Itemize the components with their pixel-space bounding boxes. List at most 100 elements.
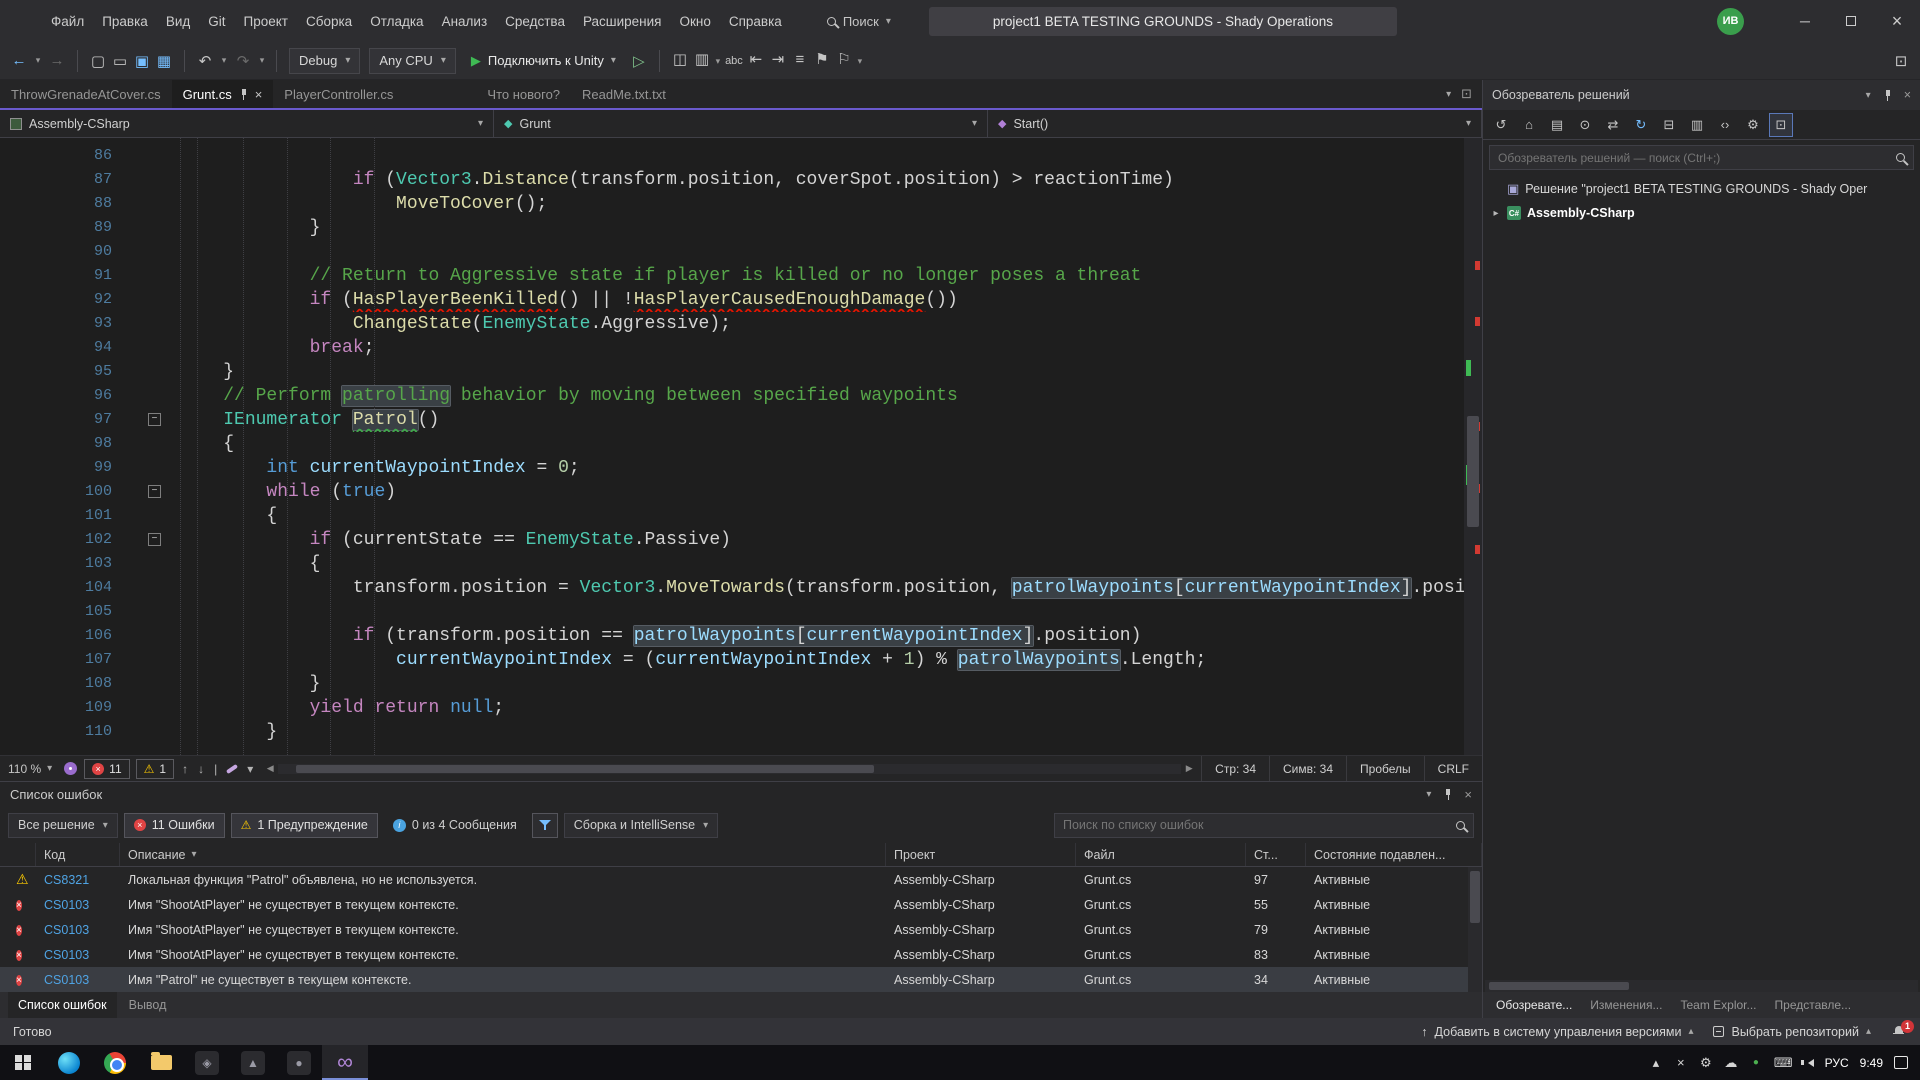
menu-item[interactable]: Отладка [361,0,432,42]
warnings-filter-button[interactable]: ⚠ 1 Предупреждение [231,813,378,838]
select-repository-button[interactable]: Выбрать репозиторий ▴ [1713,1025,1871,1039]
breakpoint-margin[interactable] [0,624,26,648]
file-column[interactable]: Файл [1076,843,1246,866]
redo-menu-icon[interactable]: ▾ [257,48,267,74]
breakpoint-margin[interactable] [0,432,26,456]
tray-chevron-up-icon[interactable]: ▴ [1649,1055,1663,1071]
breakpoint-margin[interactable] [0,504,26,528]
project-column[interactable]: Проект [886,843,1076,866]
redo-icon[interactable]: ↷ [232,48,254,74]
expand-chevron-icon[interactable]: ▸ [1491,208,1501,219]
previous-issue-icon[interactable]: ↑ [177,762,193,776]
solution-explorer-hscrollbar[interactable] [1485,980,1918,992]
undo-menu-icon[interactable]: ▾ [219,48,229,74]
close-panel-icon[interactable]: × [1904,88,1911,102]
zoom-dropdown[interactable]: 110 % ▾ [0,762,60,776]
warning-count-button[interactable]: ⚠ 1 [136,759,174,779]
code-line[interactable]: 107 currentWaypointIndex = (currentWaypo… [0,648,1482,672]
solution-search-input[interactable] [1498,151,1888,165]
menu-item[interactable]: Расширения [574,0,671,42]
pending-changes-filter-icon[interactable]: ▤ [1545,113,1569,137]
add-to-source-control-button[interactable]: ↑ Добавить в систему управления версиями… [1421,1025,1693,1039]
menu-item[interactable]: Анализ [433,0,497,42]
breakpoint-margin[interactable] [0,288,26,312]
error-row[interactable]: ×CS0103Имя "ShootAtPlayer" не существует… [0,892,1482,917]
tray-app-icon[interactable]: × [1674,1055,1688,1070]
breakpoint-margin[interactable] [0,552,26,576]
tab-grunt.cs[interactable]: Grunt.cs× [172,80,274,108]
tree-item-project[interactable]: ▸C#Assembly-CSharp [1483,201,1920,225]
list-members-icon[interactable]: ≡ [789,47,811,73]
taskbar-app-icon-3[interactable]: ● [276,1045,322,1080]
chevron-down-icon[interactable]: ▾ [1426,789,1431,800]
tab-throwgrenadeatcover.cs[interactable]: ThrowGrenadeAtCover.cs [0,80,172,108]
properties-icon[interactable]: ⚙ [1741,113,1765,137]
spaces-indicator[interactable]: Пробелы [1346,756,1424,781]
code-line[interactable]: 89 } [0,216,1482,240]
tray-status-icon[interactable]: ● [1749,1057,1763,1068]
menu-item[interactable]: Git [199,0,234,42]
tray-settings-icon[interactable]: ⚙ [1699,1055,1713,1071]
code-line[interactable]: 103 { [0,552,1482,576]
pin-icon[interactable] [1443,788,1452,801]
tab-list-icon[interactable]: ▾ [1446,89,1451,100]
scope-dropdown[interactable]: Все решение ▾ [8,813,118,838]
code-line[interactable]: 96 // Perform patrolling behavior by mov… [0,384,1482,408]
error-list-search[interactable] [1054,813,1474,838]
chevron-down-icon[interactable]: ▾ [242,762,258,776]
tab--[interactable]: Что нового? [476,80,571,108]
fold-collapse-icon[interactable]: − [148,485,161,498]
scrollbar-thumb[interactable] [1489,982,1629,990]
code-line[interactable]: 95 } [0,360,1482,384]
fold-collapse-icon[interactable]: − [148,533,161,546]
code-line[interactable]: 101 { [0,504,1482,528]
editor-horizontal-scrollbar[interactable]: ◀ ▶ [262,756,1197,781]
code-line[interactable]: 104 transform.position = Vector3.MoveTow… [0,576,1482,600]
right-panel-tab[interactable]: Представле... [1766,992,1861,1018]
next-issue-icon[interactable]: ↓ [193,762,209,776]
clock[interactable]: 9:49 [1860,1056,1883,1070]
taskbar-app-icon-2[interactable]: ▲ [230,1045,276,1080]
breakpoint-margin[interactable] [0,360,26,384]
code-line[interactable]: 100− while (true) [0,480,1482,504]
bookmark-previous-icon[interactable]: ⚐ [833,46,855,72]
code-editor[interactable]: 8687 if (Vector3.Distance(transform.posi… [0,138,1482,755]
right-panel-tab[interactable]: Обозревате... [1487,992,1581,1018]
open-file-icon[interactable]: ▭ [109,48,131,74]
error-row[interactable]: ×CS0103Имя "ShootAtPlayer" не существует… [0,942,1482,967]
panel-tab-error-list[interactable]: Список ошибок [8,992,117,1018]
taskbar-visual-studio-icon[interactable]: ∞ [322,1045,368,1080]
error-count-button[interactable]: × 11 [84,759,129,779]
pin-icon[interactable] [1883,89,1892,102]
menu-item[interactable]: Правка [93,0,157,42]
undo-icon[interactable]: ↶ [194,48,216,74]
account-avatar[interactable]: ИВ [1717,8,1744,35]
severity-column[interactable] [0,843,36,866]
code-line[interactable]: 109 yield return null; [0,696,1482,720]
scroll-right-icon[interactable]: ▶ [1181,763,1197,774]
feedback-icon[interactable]: ⊡ [1890,48,1912,74]
attach-to-unity-button[interactable]: ▶ Подключить к Unity ▾ [462,48,625,74]
breakpoint-margin[interactable] [0,528,26,552]
code-line[interactable]: 106 if (transform.position == patrolWayp… [0,624,1482,648]
taskbar-app-icon-1[interactable]: ◈ [184,1045,230,1080]
state-column[interactable]: Состояние подавлен... [1306,843,1482,866]
breakpoint-margin[interactable] [0,720,26,744]
code-line[interactable]: 88 MoveToCover(); [0,192,1482,216]
close-button[interactable]: × [1874,0,1920,42]
scroll-left-icon[interactable]: ◀ [262,763,278,774]
code-line[interactable]: 102− if (currentState == EnemyState.Pass… [0,528,1482,552]
error-row[interactable]: ×CS0103Имя "Patrol" не существует в теку… [0,967,1482,992]
attach-icon[interactable]: ◫ [669,46,691,72]
platform-dropdown[interactable]: Any CPU ▾ [369,48,456,74]
close-tab-icon[interactable]: × [255,87,263,102]
code-line[interactable]: 110 } [0,720,1482,744]
tray-keyboard-icon[interactable]: ⌨ [1774,1055,1793,1071]
horizontal-scroll-thumb[interactable] [296,765,874,773]
code-line[interactable]: 93 ChangeState(EnemyState.Aggressive); [0,312,1482,336]
tab-playercontroller.cs[interactable]: PlayerController.cs [273,80,404,108]
menu-item[interactable]: Проект [235,0,297,42]
refresh-icon[interactable]: ↻ [1629,113,1653,137]
right-panel-tab[interactable]: Изменения... [1581,992,1671,1018]
new-file-icon[interactable]: ▢ [87,48,109,74]
